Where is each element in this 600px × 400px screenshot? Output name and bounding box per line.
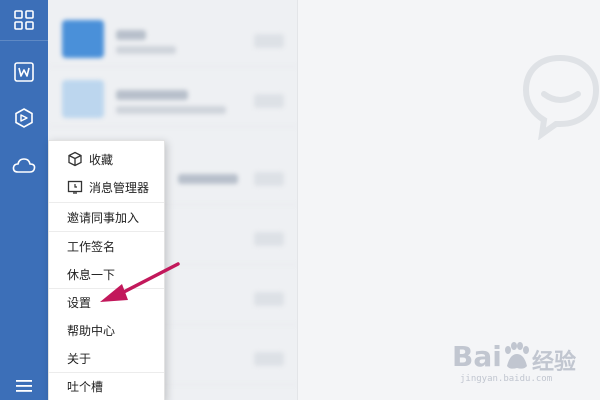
docs-w-icon[interactable] [0, 52, 48, 92]
cloud-icon[interactable] [0, 146, 48, 186]
baidu-jingyan-watermark: Bai 经验 jingyan.baidu.com [452, 340, 592, 390]
menu-item-label: 帮助中心 [67, 323, 116, 338]
menu-item-feedback[interactable]: 吐个槽 [49, 372, 164, 400]
menu-item-message-manager[interactable]: 消息管理器 [49, 173, 164, 201]
paw-icon [505, 342, 529, 369]
watermark-url: jingyan.baidu.com [460, 374, 553, 384]
workbench-icon[interactable] [0, 98, 48, 138]
menu-item-work-signature[interactable]: 工作签名 [49, 232, 164, 260]
watermark-brand-cn: 经验 [532, 350, 577, 375]
list-item[interactable] [48, 72, 297, 127]
cube-icon [67, 151, 83, 167]
menu-item-label: 关于 [67, 351, 92, 366]
menu-item-label: 工作签名 [67, 239, 116, 254]
menu-item-label: 收藏 [89, 152, 114, 167]
chat-bubble-icon [522, 54, 600, 140]
hamburger-menu-icon[interactable] [0, 366, 48, 400]
menu-item-label: 设置 [67, 295, 92, 310]
menu-item-label: 吐个槽 [67, 379, 104, 394]
annotation-arrow-icon [100, 262, 180, 302]
menu-item-help-center[interactable]: 帮助中心 [49, 316, 164, 344]
menu-item-label: 消息管理器 [89, 180, 150, 195]
message-manager-icon [67, 179, 83, 195]
menu-item-about[interactable]: 关于 [49, 344, 164, 372]
menu-item-favorites[interactable]: 收藏 [49, 145, 164, 173]
sidebar [0, 0, 48, 400]
menu-item-label: 邀请同事加入 [67, 210, 140, 225]
menu-item-invite-colleagues[interactable]: 邀请同事加入 [49, 203, 164, 231]
sidebar-divider [0, 40, 48, 41]
watermark-brand-word: Bai [452, 340, 502, 373]
grid-icon[interactable] [0, 0, 48, 40]
list-item[interactable] [48, 12, 297, 67]
